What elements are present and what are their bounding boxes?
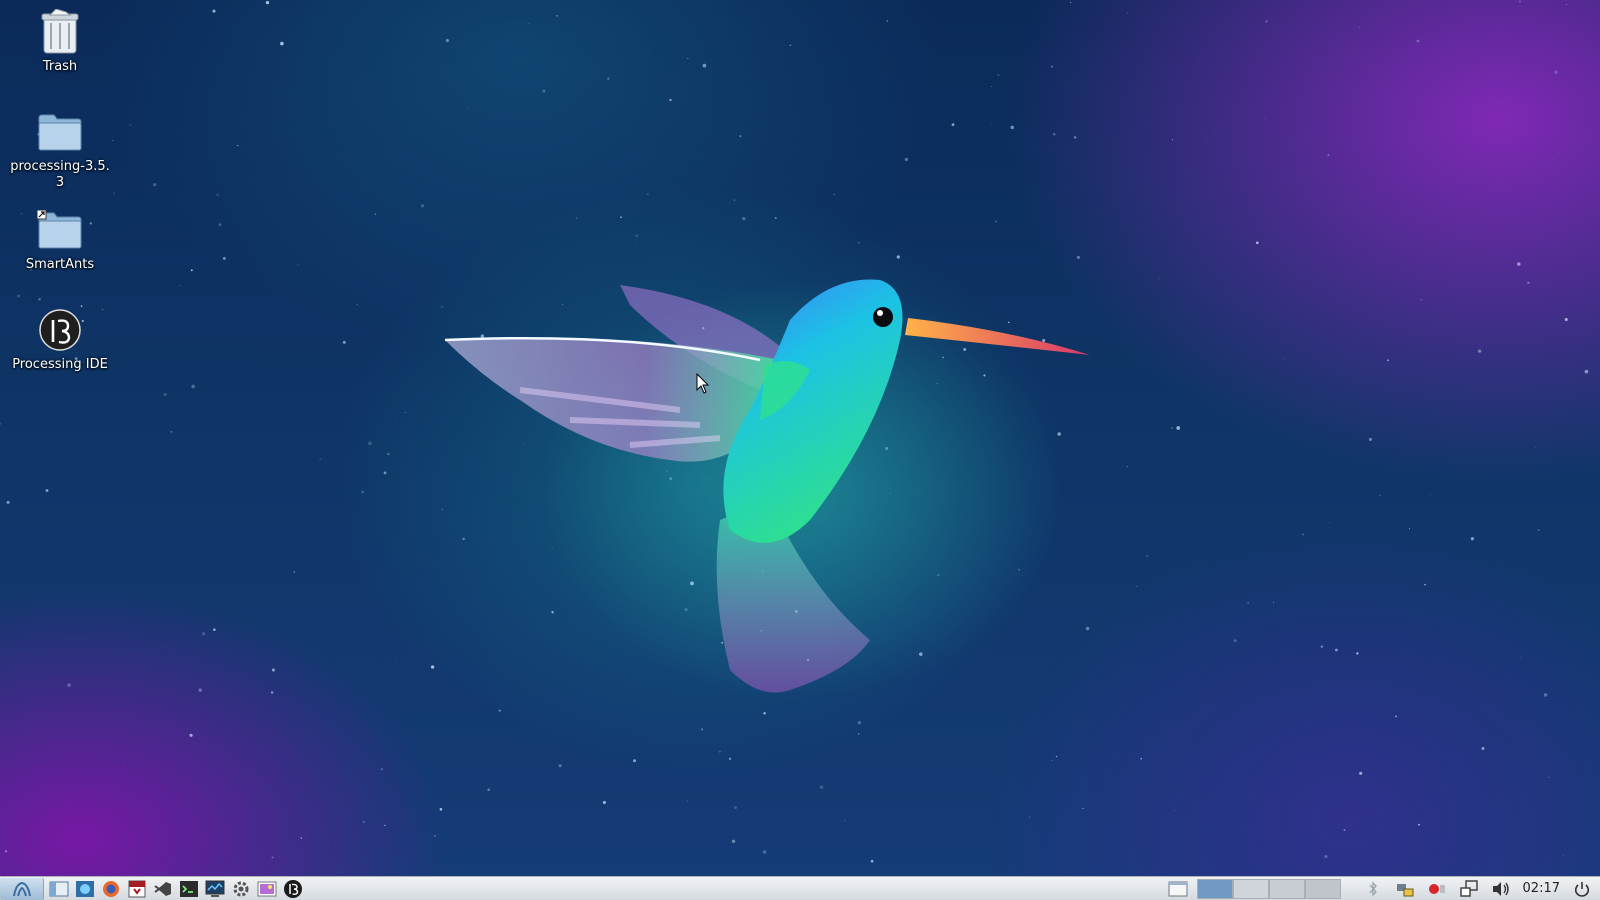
image-viewer-icon xyxy=(257,881,277,896)
desktop-icon-processing-folder[interactable]: processing-3.5.3 xyxy=(6,108,114,191)
folder-icon xyxy=(36,108,84,156)
network-tray-icon[interactable] xyxy=(1395,879,1415,899)
visual-studio-code-icon xyxy=(154,881,171,896)
file-manager-icon xyxy=(49,881,69,896)
hummingbird-wallpaper xyxy=(444,279,1090,700)
network-launcher[interactable] xyxy=(74,878,96,900)
desktop-icon-label: Trash xyxy=(42,59,78,74)
taskbar: 02:17 xyxy=(0,876,1600,900)
desktop-icon-processing-ide[interactable]: Processing IDE xyxy=(6,306,114,373)
settings-launcher[interactable] xyxy=(230,878,252,900)
show-desktop-button[interactable] xyxy=(1167,878,1189,900)
desktop-icon-label: Processing IDE xyxy=(12,357,108,372)
power-icon[interactable] xyxy=(1572,879,1592,899)
system-monitor-launcher[interactable] xyxy=(204,878,226,900)
file-manager-launcher[interactable] xyxy=(48,878,70,900)
bluetooth-icon[interactable] xyxy=(1363,879,1383,899)
desktop-icon-label: processing-3.5.3 xyxy=(10,159,110,190)
visual-studio-code-launcher[interactable] xyxy=(152,878,174,900)
start-menu-button[interactable] xyxy=(0,877,44,900)
workspace-3[interactable] xyxy=(1268,878,1305,899)
processing-icon xyxy=(36,306,84,354)
workspace-1[interactable] xyxy=(1196,878,1233,899)
trash-icon xyxy=(36,8,84,56)
start-menu-icon xyxy=(12,881,31,896)
settings-icon xyxy=(233,881,249,896)
pdf-reader-icon xyxy=(128,880,146,897)
desktop-icon-trash[interactable]: Trash xyxy=(6,8,114,75)
pdf-reader-launcher[interactable] xyxy=(126,878,148,900)
firefox-icon xyxy=(103,880,119,897)
terminal-launcher[interactable] xyxy=(178,878,200,900)
image-viewer-launcher[interactable] xyxy=(256,878,278,900)
network-icon xyxy=(76,880,94,897)
volume-icon[interactable] xyxy=(1491,879,1511,899)
system-tray: 02:17 xyxy=(1363,879,1600,899)
processing-icon xyxy=(284,879,302,898)
mouse-cursor-icon xyxy=(696,373,710,394)
terminal-icon xyxy=(180,880,198,897)
show-desktop-icon xyxy=(1168,881,1188,896)
clock[interactable]: 02:17 xyxy=(1523,881,1560,896)
workspace-pager[interactable] xyxy=(1196,878,1341,899)
desktop-icon-smartants[interactable]: SmartAnts xyxy=(6,206,114,273)
system-monitor-icon xyxy=(205,880,225,897)
workspace-4[interactable] xyxy=(1304,878,1341,899)
folder-link-icon xyxy=(36,206,84,254)
firefox-launcher[interactable] xyxy=(100,878,122,900)
workspace-2[interactable] xyxy=(1232,878,1269,899)
desktop-icon-label: SmartAnts xyxy=(25,257,95,272)
display-icon[interactable] xyxy=(1459,879,1479,899)
processing-launcher[interactable] xyxy=(282,878,304,900)
record-icon[interactable] xyxy=(1427,879,1447,899)
